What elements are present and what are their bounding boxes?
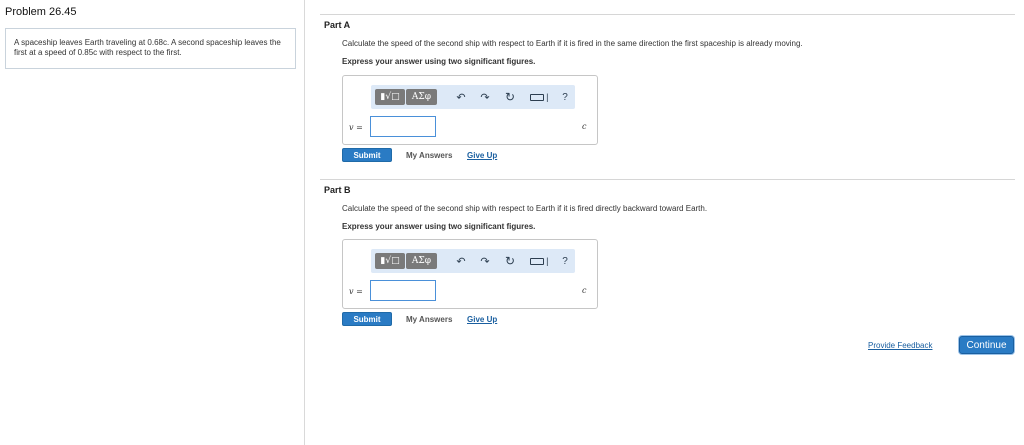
- continue-button[interactable]: Continue: [959, 336, 1014, 354]
- templates-button[interactable]: ▮√□: [375, 89, 405, 105]
- part-a-question: Calculate the speed of the second ship w…: [342, 39, 803, 48]
- templates-button[interactable]: ▮√□: [375, 253, 405, 269]
- part-a-title: Part A: [324, 20, 351, 30]
- undo-icon[interactable]: ↶: [453, 253, 469, 269]
- help-button[interactable]: ?: [557, 253, 573, 269]
- symbols-button[interactable]: ΑΣφ: [406, 89, 437, 105]
- part-b-my-answers-link[interactable]: My Answers: [406, 315, 452, 324]
- part-a-submit-button[interactable]: Submit: [342, 148, 392, 162]
- part-a-answer-input[interactable]: [370, 116, 436, 137]
- part-a-variable-label: v =: [349, 123, 363, 132]
- part-b-title: Part B: [324, 185, 351, 195]
- provide-feedback-link[interactable]: Provide Feedback: [868, 341, 932, 350]
- keyboard-icon[interactable]: |: [528, 253, 550, 269]
- reset-icon[interactable]: ↻: [502, 253, 518, 269]
- part-b-answer-input[interactable]: [370, 280, 436, 301]
- help-button[interactable]: ?: [557, 89, 573, 105]
- part-b-answer-box: ▮√□ ΑΣφ ↶ ↷ ↻ | ? v = c: [342, 239, 598, 309]
- part-b-unit: c: [582, 286, 587, 295]
- part-a-divider: [320, 14, 1015, 15]
- part-b-give-up-link[interactable]: Give Up: [467, 315, 497, 324]
- part-b-instruction: Express your answer using two significan…: [342, 222, 536, 231]
- redo-icon[interactable]: ↷: [477, 89, 493, 105]
- part-a-instruction: Express your answer using two significan…: [342, 57, 536, 66]
- part-b-question: Calculate the speed of the second ship w…: [342, 204, 708, 213]
- part-a-math-toolbar: ▮√□ ΑΣφ ↶ ↷ ↻ | ?: [371, 85, 575, 109]
- part-a-unit: c: [582, 122, 587, 131]
- part-b-variable-label: v =: [349, 287, 363, 296]
- symbols-button[interactable]: ΑΣφ: [406, 253, 437, 269]
- problem-title: Problem 26.45: [5, 6, 77, 18]
- redo-icon[interactable]: ↷: [477, 253, 493, 269]
- part-a-my-answers-link[interactable]: My Answers: [406, 151, 452, 160]
- part-b-math-toolbar: ▮√□ ΑΣφ ↶ ↷ ↻ | ?: [371, 249, 575, 273]
- part-b-divider: [320, 179, 1015, 180]
- problem-panel: Problem 26.45 A spaceship leaves Earth t…: [0, 0, 305, 445]
- part-b-submit-button[interactable]: Submit: [342, 312, 392, 326]
- part-a-answer-box: ▮√□ ΑΣφ ↶ ↷ ↻ | ? v = c: [342, 75, 598, 145]
- reset-icon[interactable]: ↻: [502, 89, 518, 105]
- undo-icon[interactable]: ↶: [453, 89, 469, 105]
- part-a-give-up-link[interactable]: Give Up: [467, 151, 497, 160]
- problem-statement: A spaceship leaves Earth traveling at 0.…: [5, 28, 296, 69]
- keyboard-icon[interactable]: |: [528, 89, 550, 105]
- main-content: Part A Calculate the speed of the second…: [320, 0, 1020, 445]
